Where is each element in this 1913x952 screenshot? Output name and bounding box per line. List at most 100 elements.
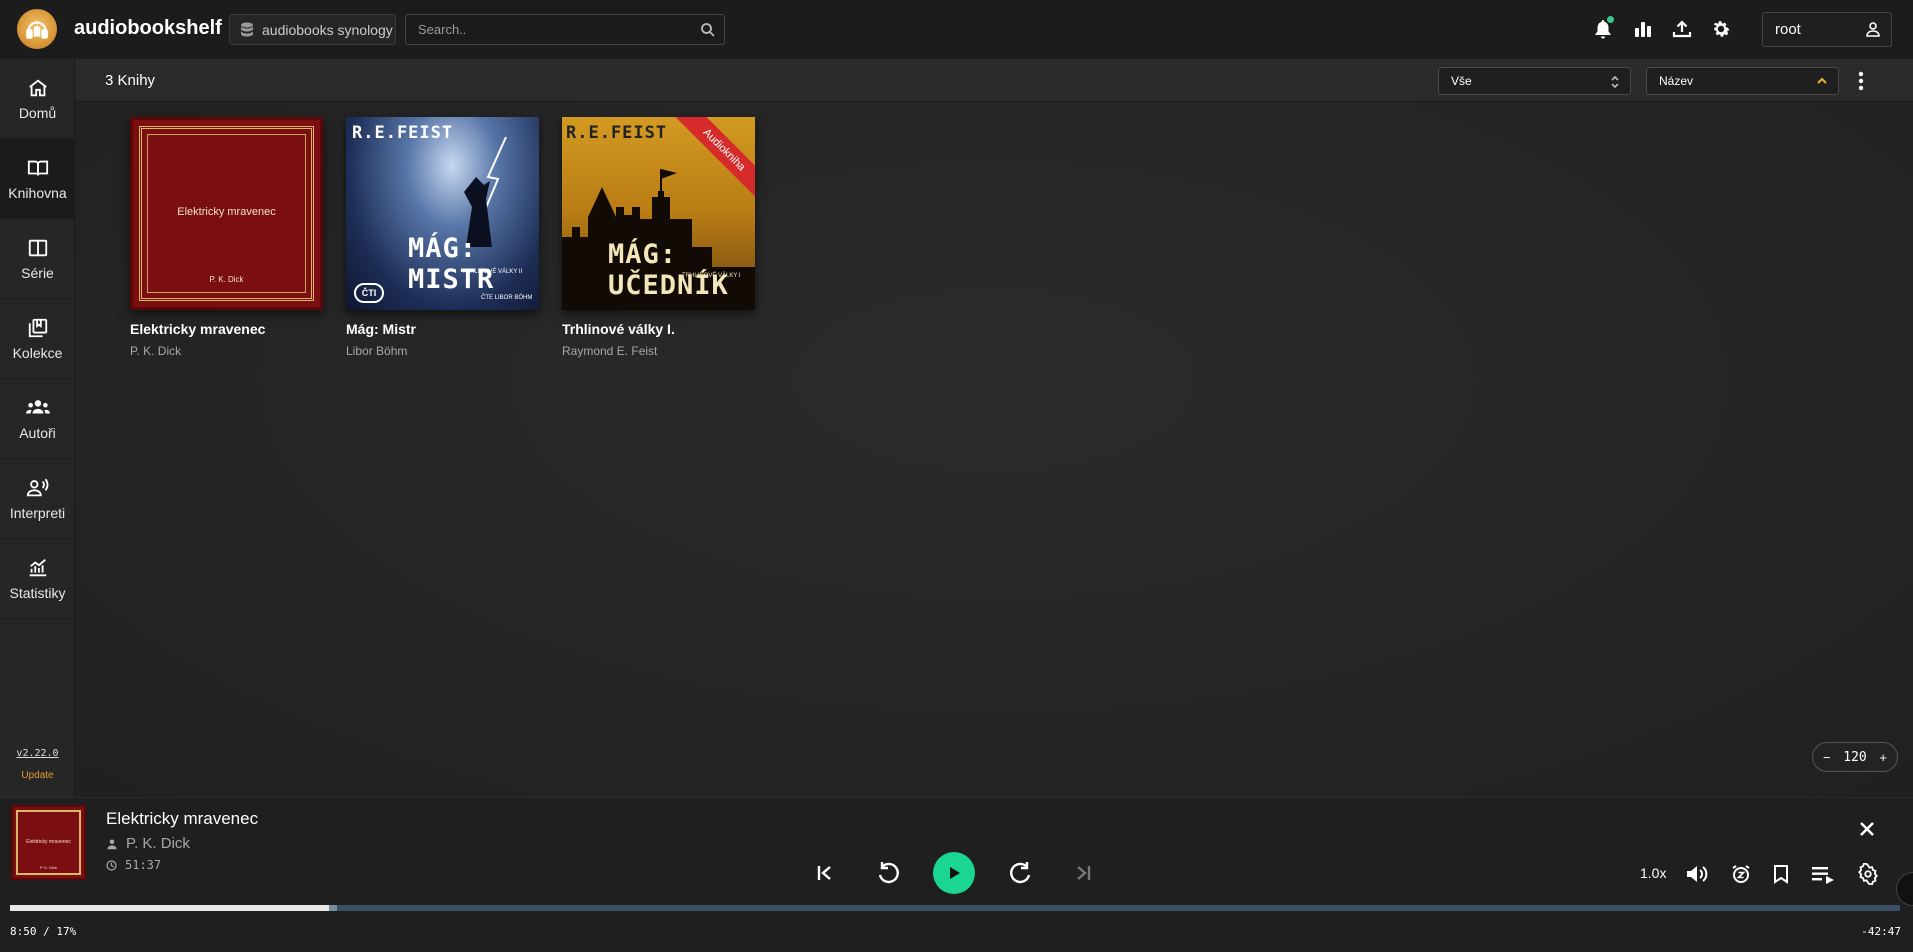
player-cover-title: Elektricky mravenec xyxy=(26,839,71,845)
skip-next-icon xyxy=(1077,866,1091,880)
gear-icon xyxy=(1713,21,1730,37)
notification-dot xyxy=(1607,16,1614,23)
book-open-icon xyxy=(27,160,48,176)
close-icon xyxy=(1860,822,1874,836)
skip-previous-icon xyxy=(817,866,831,880)
sidebar-item-label: Interpreti xyxy=(9,504,66,521)
book-card[interactable]: Elektricky mravenec P. K. Dick Elektrick… xyxy=(130,117,325,358)
top-bar: audiobookshelf audiobooks synology Searc… xyxy=(0,0,1913,59)
sidebar: Domů Knihovna Série Kolekce Autoři Inter… xyxy=(0,59,75,797)
book-count: 3 Knihy xyxy=(105,72,156,89)
playback-speed-button[interactable]: 1.0x xyxy=(1640,865,1666,881)
sidebar-item-narrators[interactable]: Interpreti xyxy=(0,459,75,539)
progress-knob[interactable] xyxy=(329,905,338,911)
playlist-icon xyxy=(1812,867,1834,884)
remaining-time: -42:47 xyxy=(1861,925,1901,938)
play-icon xyxy=(950,867,960,879)
sidebar-item-label: Kolekce xyxy=(12,344,63,361)
sidebar-item-stats[interactable]: Statistiky xyxy=(0,539,75,619)
sidebar-item-collections[interactable]: Kolekce xyxy=(0,299,75,379)
sidebar-item-label: Autoři xyxy=(19,424,56,441)
player-cover[interactable]: Elektricky mravenec P. K. Dick xyxy=(11,805,86,880)
cover-subtitle: TRHLINOVÉ VÁLKY II xyxy=(462,269,523,275)
gear-icon xyxy=(1858,863,1878,885)
previous-chapter-button[interactable] xyxy=(812,860,838,886)
sort-value: Název xyxy=(1659,74,1694,88)
sidebar-item-authors[interactable]: Autoři xyxy=(0,379,75,459)
cover-size-control: − 120 + xyxy=(1812,742,1898,772)
settings-button[interactable] xyxy=(1709,17,1733,41)
progress-fill xyxy=(10,905,332,911)
cover-subtitle: TRHLINOVÉ VÁLKY I xyxy=(682,273,741,279)
cover-title: Elektricky mravenec xyxy=(177,206,276,218)
zoom-in-button[interactable]: + xyxy=(1879,750,1887,765)
audio-player: Elektricky mravenec P. K. Dick Elektrick… xyxy=(0,797,1913,952)
sort-arrows-icon xyxy=(1611,75,1619,89)
forward-button[interactable] xyxy=(1006,858,1036,888)
search-icon[interactable] xyxy=(700,22,716,38)
book-card[interactable]: R.E.FEIST MÁG: UČEDNÍK TRHLINOVÉ VÁLKY I… xyxy=(562,117,757,358)
notifications-button[interactable] xyxy=(1591,16,1615,41)
cover-author: P. K. Dick xyxy=(209,275,244,284)
player-settings-button[interactable] xyxy=(1855,861,1881,887)
more-options-icon[interactable] xyxy=(1858,71,1864,91)
sidebar-item-home[interactable]: Domů xyxy=(0,59,75,139)
cover-publisher-badge: ČTI xyxy=(354,283,384,303)
progress-bar[interactable] xyxy=(10,905,1900,911)
chevron-up-icon xyxy=(1817,77,1827,84)
stats-button[interactable] xyxy=(1631,17,1655,41)
sidebar-item-series[interactable]: Série xyxy=(0,219,75,299)
filter-value: Vše xyxy=(1451,74,1472,88)
update-link[interactable]: Update xyxy=(0,770,75,781)
username: root xyxy=(1775,21,1801,38)
app-title[interactable]: audiobookshelf xyxy=(74,17,222,40)
book-cover[interactable]: R.E.FEIST MÁG: MISTR TRHLINOVÉ VÁLKY II … xyxy=(346,117,539,310)
play-button[interactable] xyxy=(933,852,975,894)
sidebar-item-label: Knihovna xyxy=(8,184,67,201)
library-selector[interactable]: audiobooks synology xyxy=(229,14,396,45)
zoom-out-button[interactable]: − xyxy=(1823,750,1831,765)
book-author[interactable]: P. K. Dick xyxy=(130,344,325,358)
upload-button[interactable] xyxy=(1670,17,1694,41)
player-title[interactable]: Elektricky mravenec xyxy=(106,809,258,829)
sidebar-item-library[interactable]: Knihovna xyxy=(0,139,75,219)
sort-select[interactable]: Název xyxy=(1646,67,1839,95)
filter-select[interactable]: Vše xyxy=(1438,67,1631,95)
book-cover[interactable]: R.E.FEIST MÁG: UČEDNÍK TRHLINOVÉ VÁLKY I… xyxy=(562,117,755,310)
cover-title-text: MÁG: MISTR xyxy=(408,233,495,295)
book-title[interactable]: Mág: Mistr xyxy=(346,321,541,337)
stats-icon xyxy=(29,558,46,576)
book-cover[interactable]: Elektricky mravenec P. K. Dick xyxy=(130,117,323,310)
search-input[interactable] xyxy=(406,15,724,44)
zoom-value: 120 xyxy=(1843,749,1867,765)
next-chapter-button[interactable] xyxy=(1070,860,1096,886)
current-time: 8:50 / 17% xyxy=(10,925,77,938)
cover-author-text: R.E.FEIST xyxy=(352,123,454,143)
book-author[interactable]: Libor Böhm xyxy=(346,344,541,358)
player-cover-author: P. K. Dick xyxy=(39,865,58,870)
book-card[interactable]: R.E.FEIST MÁG: MISTR TRHLINOVÉ VÁLKY II … xyxy=(346,117,541,358)
player-duration-value: 51:37 xyxy=(125,858,162,872)
version-link[interactable]: v2.22.0 xyxy=(0,748,75,759)
rewind-button[interactable] xyxy=(873,858,903,888)
cover-lightning-art xyxy=(464,137,507,247)
player-author-name: P. K. Dick xyxy=(126,835,190,852)
users-icon xyxy=(25,399,50,414)
search-box[interactable] xyxy=(405,14,725,45)
library-toolbar: 3 Knihy Vše Název xyxy=(75,59,1913,102)
alarm-clock-icon xyxy=(1732,865,1750,883)
player-author[interactable]: P. K. Dick xyxy=(106,835,190,852)
app-logo-icon[interactable] xyxy=(17,9,57,49)
fast-forward-icon xyxy=(1010,862,1031,884)
close-player-button[interactable] xyxy=(1858,820,1876,843)
bookmark-button[interactable] xyxy=(1768,861,1794,887)
clock-icon xyxy=(106,859,117,871)
volume-button[interactable] xyxy=(1684,861,1710,887)
book-author[interactable]: Raymond E. Feist xyxy=(562,344,757,358)
sleep-timer-button[interactable] xyxy=(1728,861,1754,887)
book-title[interactable]: Elektricky mravenec xyxy=(130,321,325,337)
book-title[interactable]: Trhlinové války I. xyxy=(562,321,757,337)
cover-title-text: MÁG: UČEDNÍK xyxy=(608,239,729,301)
user-menu[interactable]: root xyxy=(1762,12,1892,47)
chapters-button[interactable] xyxy=(1810,861,1838,887)
